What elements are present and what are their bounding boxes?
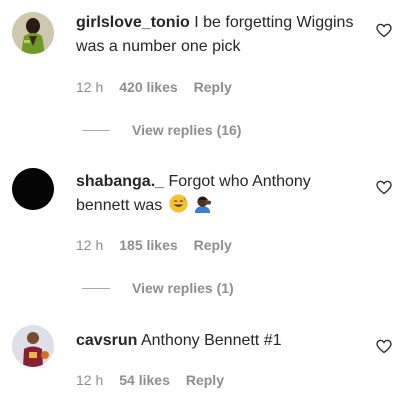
heart-icon[interactable] (376, 339, 392, 354)
comment-username[interactable]: cavsrun (76, 332, 137, 349)
basketball-player-avatar-icon (12, 325, 54, 367)
comment-time: 12 h (76, 372, 104, 388)
comment-meta: 12 h 420 likes Reply (76, 79, 232, 95)
comment-username[interactable]: shabanga._ (76, 173, 164, 190)
avatar[interactable] (12, 325, 54, 367)
comment-likes[interactable]: 185 likes (119, 237, 177, 253)
comment-meta: 12 h 185 likes Reply (76, 237, 232, 253)
comment-time: 12 h (76, 237, 104, 253)
reply-button[interactable]: Reply (194, 79, 232, 95)
heart-icon[interactable] (376, 180, 392, 195)
view-replies-button[interactable]: View replies (1) (82, 280, 234, 296)
divider-line (82, 287, 110, 289)
comment-likes[interactable]: 420 likes (119, 79, 177, 95)
divider-line (82, 129, 110, 131)
view-replies-label: View replies (1) (132, 280, 234, 296)
comment-username[interactable]: girlslove_tonio (76, 14, 190, 31)
person-in-green-jacket-avatar-icon (12, 12, 54, 54)
view-replies-button[interactable]: View replies (16) (82, 122, 241, 138)
comment-meta: 12 h 54 likes Reply (76, 372, 224, 388)
comment-text: Anthony Bennett #1 (140, 332, 282, 349)
comment-likes[interactable]: 54 likes (119, 372, 170, 388)
avatar[interactable] (12, 12, 54, 54)
comment-body: girlslove_tonio I be forgetting Wiggins … (76, 11, 361, 59)
comment-time: 12 h (76, 79, 104, 95)
comment-body: cavsrun Anthony Bennett #1 (76, 329, 361, 353)
view-replies-label: View replies (16) (132, 122, 242, 138)
reply-button[interactable]: Reply (194, 237, 232, 253)
grinning-sweat-face-emoji-icon (169, 194, 188, 213)
person-facepalming-emoji-icon (194, 194, 213, 213)
avatar[interactable] (12, 168, 54, 210)
black-circle-avatar-icon (12, 168, 54, 210)
heart-icon[interactable] (376, 23, 392, 38)
reply-button[interactable]: Reply (186, 372, 224, 388)
comment-body: shabanga._ Forgot who Anthony bennett wa… (76, 170, 361, 218)
